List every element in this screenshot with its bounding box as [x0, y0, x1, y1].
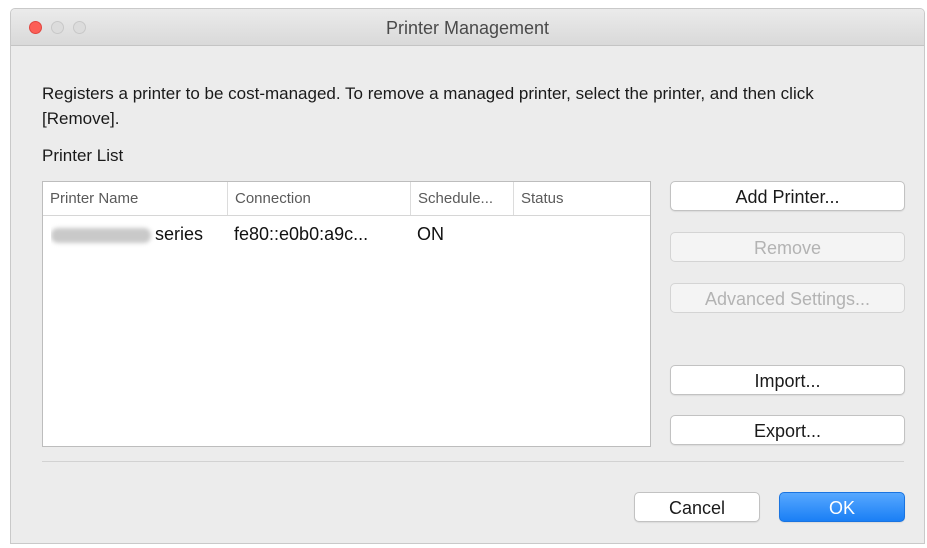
export-button[interactable]: Export... [670, 415, 905, 445]
ok-button[interactable]: OK [779, 492, 905, 522]
schedule-cell: ON [417, 224, 444, 244]
advanced-settings-button[interactable]: Advanced Settings... [670, 283, 905, 313]
printer-name-cell: series [51, 217, 227, 251]
column-header-printer-name[interactable]: Printer Name [43, 182, 227, 215]
title-bar[interactable]: Printer Management [11, 9, 924, 46]
column-header-connection[interactable]: Connection [227, 182, 410, 215]
footer-divider [42, 461, 904, 462]
table-header: Printer Name Connection Schedule... Stat… [43, 182, 650, 216]
remove-button[interactable]: Remove [670, 232, 905, 262]
cancel-button[interactable]: Cancel [634, 492, 760, 522]
table-row[interactable]: series fe80::e0b0:a9c... ON [43, 217, 650, 251]
window-title: Printer Management [385, 18, 550, 38]
status-cell [520, 217, 650, 251]
printer-list-table[interactable]: Printer Name Connection Schedule... Stat… [42, 181, 651, 447]
printer-list-label: Printer List [42, 146, 124, 165]
redacted-model-name [51, 227, 151, 243]
add-printer-button[interactable]: Add Printer... [670, 181, 905, 211]
connection-cell: fe80::e0b0:a9c... [234, 224, 369, 244]
column-header-schedule[interactable]: Schedule... [410, 182, 513, 215]
column-header-status[interactable]: Status [513, 182, 650, 215]
description-text: Registers a printer to be cost-managed. … [42, 84, 814, 128]
import-button[interactable]: Import... [670, 365, 905, 395]
printer-management-window: Printer Management Registers a printer t… [10, 8, 925, 544]
printer-name-suffix: series [155, 224, 204, 244]
